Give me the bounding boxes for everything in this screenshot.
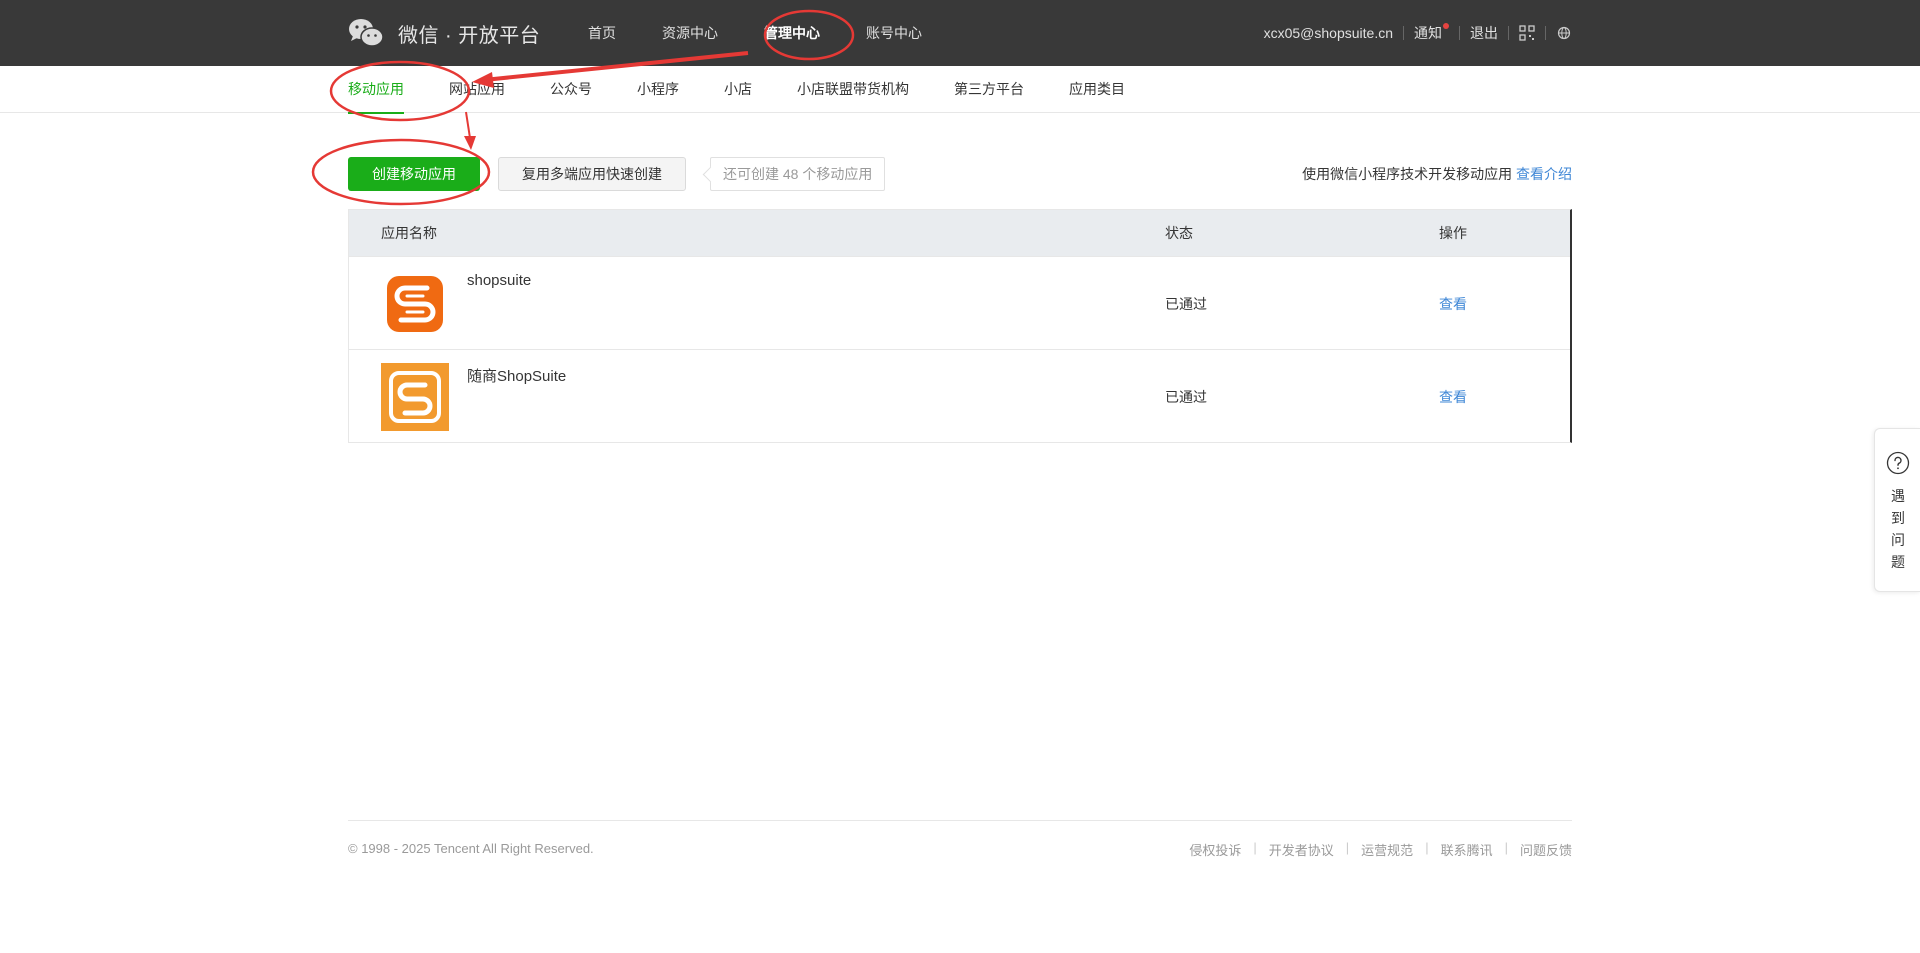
info-text: 使用微信小程序技术开发移动应用 查看介绍 (1302, 157, 1572, 191)
subnav-third-party[interactable]: 第三方平台 (954, 66, 1024, 113)
nav-home[interactable]: 首页 (588, 23, 616, 43)
help-label: 遇到问题 (1891, 488, 1905, 570)
divider (1403, 26, 1404, 40)
footer: © 1998 - 2025 Tencent All Right Reserved… (348, 820, 1572, 870)
wechat-logo-icon (349, 19, 384, 47)
table-header-row: 应用名称 状态 操作 (349, 210, 1570, 256)
top-nav: 首页 资源中心 管理中心 账号中心 (588, 0, 968, 66)
footer-links: 侵权投诉 | 开发者协议 | 运营规范 | 联系腾讯 | 问题反馈 (1189, 840, 1572, 859)
divider (1545, 26, 1546, 40)
subnav-shop-alliance[interactable]: 小店联盟带货机构 (797, 66, 909, 113)
logo[interactable]: 微信 · 开放平台 (348, 17, 540, 49)
subnav-shop[interactable]: 小店 (724, 66, 752, 113)
annotation-overlay (311, 9, 855, 206)
view-app-link[interactable]: 查看 (1439, 387, 1467, 407)
footer-link-contact[interactable]: 联系腾讯 (1441, 840, 1493, 859)
footer-divider: | (1253, 840, 1257, 855)
quota-tooltip: 还可创建 48 个移动应用 (710, 157, 886, 191)
view-app-link[interactable]: 查看 (1439, 294, 1467, 314)
footer-divider: | (1425, 840, 1429, 855)
app-status: 已通过 (1165, 296, 1207, 312)
app-name[interactable]: shopsuite (467, 272, 531, 289)
info-description: 使用微信小程序技术开发移动应用 (1302, 166, 1513, 182)
footer-link-infringement[interactable]: 侵权投诉 (1189, 840, 1241, 859)
annotation-arrow-line (465, 111, 471, 139)
divider (1508, 26, 1509, 40)
footer-divider: | (1345, 840, 1350, 855)
table-row: shopsuite 已通过 查看 (349, 256, 1570, 349)
footer-link-dev-agreement[interactable]: 开发者协议 (1269, 840, 1334, 859)
sub-nav: 移动应用 网站应用 公众号 小程序 小店 小店联盟带货机构 第三方平台 应用类目 (0, 66, 1920, 114)
nav-resources[interactable]: 资源中心 (662, 23, 718, 43)
top-bar: 微信 · 开放平台 首页 资源中心 管理中心 账号中心 xcx05@shopsu… (0, 0, 1920, 66)
question-icon (1886, 451, 1910, 475)
user-email[interactable]: xcx05@shopsuite.cn (1264, 25, 1393, 41)
qrcode-icon[interactable] (1519, 25, 1535, 41)
notify-label: 通知 (1414, 25, 1442, 41)
logout-link[interactable]: 退出 (1470, 23, 1498, 43)
user-bar: xcx05@shopsuite.cn 通知 退出 (1264, 0, 1572, 66)
app-logo-icon (381, 363, 449, 431)
notify-badge (1443, 23, 1449, 29)
sub-nav-items: 移动应用 网站应用 公众号 小程序 小店 小店联盟带货机构 第三方平台 应用类目 (348, 66, 1170, 114)
app-status: 已通过 (1165, 389, 1207, 405)
nav-management[interactable]: 管理中心 (764, 23, 820, 43)
notify-link[interactable]: 通知 (1414, 23, 1449, 43)
footer-link-feedback[interactable]: 问题反馈 (1520, 840, 1572, 859)
logo-text: 微信 · 开放平台 (398, 24, 541, 47)
reuse-quick-create-button[interactable]: 复用多端应用快速创建 (498, 157, 686, 191)
divider (1459, 26, 1460, 40)
footer-link-operation-rules[interactable]: 运营规范 (1361, 840, 1413, 859)
action-bar: 创建移动应用 复用多端应用快速创建 还可创建 48 个移动应用 使用微信小程序技… (348, 157, 1572, 191)
header-app-name: 应用名称 (381, 225, 437, 241)
footer-divider: | (1504, 840, 1508, 855)
table-header: 应用名称 状态 操作 (349, 210, 1570, 256)
help-widget[interactable]: 遇到问题 (1874, 428, 1920, 592)
app-table: 应用名称 状态 操作 shopsuite 已通过 查看 随商ShopSuite … (348, 209, 1572, 443)
subnav-official-account[interactable]: 公众号 (550, 66, 592, 113)
view-intro-link[interactable]: 查看介绍 (1516, 166, 1572, 182)
app-name[interactable]: 随商ShopSuite (467, 365, 566, 386)
annotation-arrowhead (464, 136, 476, 150)
create-mobile-app-button[interactable]: 创建移动应用 (348, 157, 480, 191)
table-row: 随商ShopSuite 已通过 查看 (349, 349, 1570, 442)
copyright: © 1998 - 2025 Tencent All Right Reserved… (348, 841, 594, 856)
app-logo-icon (387, 276, 443, 332)
nav-account[interactable]: 账号中心 (866, 23, 922, 43)
header-status: 状态 (1165, 225, 1193, 241)
globe-icon[interactable] (1556, 25, 1572, 41)
subnav-app-category[interactable]: 应用类目 (1069, 66, 1125, 113)
subnav-mobile-app[interactable]: 移动应用 (348, 66, 404, 114)
header-operation: 操作 (1439, 225, 1467, 241)
subnav-website-app[interactable]: 网站应用 (449, 66, 505, 113)
subnav-mini-program[interactable]: 小程序 (637, 66, 679, 113)
